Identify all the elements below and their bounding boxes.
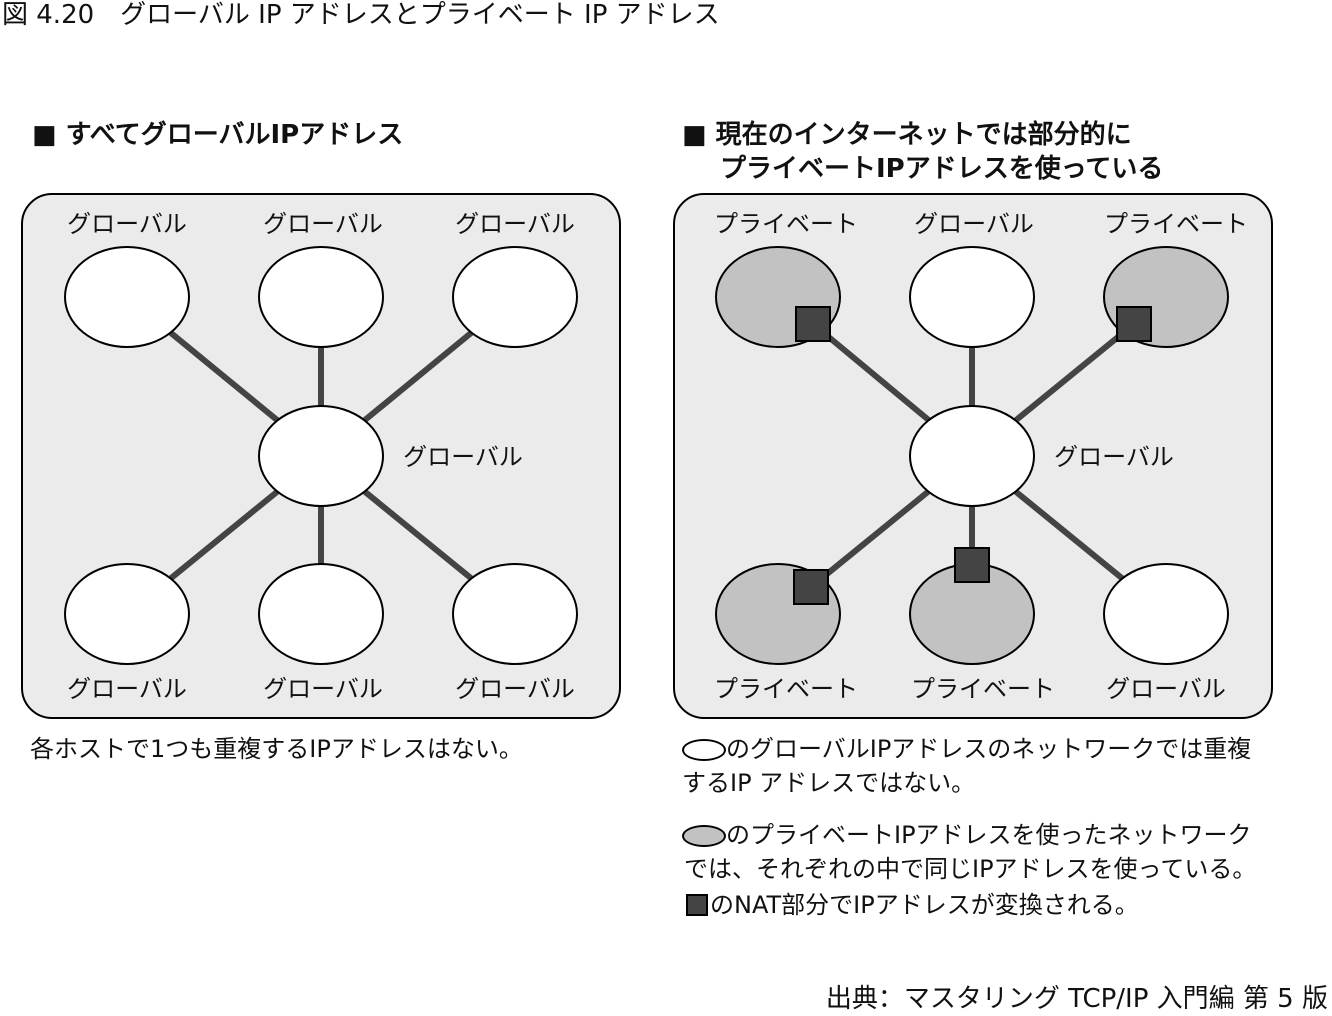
left-top-label-1: グローバル: [67, 210, 187, 238]
legend-private-line1: のプライベートIPアドレスを使ったネットワーク: [726, 821, 1252, 849]
right-top-label-2: グローバル: [914, 210, 1034, 238]
legend-nat: のNAT部分でIPアドレスが変換される。: [686, 888, 1139, 922]
left-bottom-label-2: グローバル: [263, 675, 383, 703]
legend-nat-text: のNAT部分でIPアドレスが変換される。: [710, 891, 1139, 919]
left-host-bottom-1: [64, 563, 190, 665]
right-top-label-1: プライベート: [714, 210, 858, 238]
legend-global-line1: のグローバルIPアドレスのネットワークでは重複: [726, 735, 1252, 763]
source-credit: 出典：マスタリング TCP/IP 入門編 第 5 版: [825, 984, 1328, 1014]
nat-box-top-3: [1116, 306, 1152, 342]
left-bottom-label-3: グローバル: [455, 675, 575, 703]
left-host-top-3: [452, 246, 578, 348]
left-hub-label: グローバル: [403, 443, 523, 471]
right-panel: プライベート グローバル プライベート グローバル プライベート プライベート …: [673, 193, 1273, 719]
left-panel: グローバル グローバル グローバル グローバル グローバル グローバル グローバ…: [21, 193, 621, 719]
left-host-bottom-3: [452, 563, 578, 665]
right-hub-label: グローバル: [1054, 443, 1174, 471]
left-panel-note: 各ホストで1つも重複するIPアドレスはない。: [30, 735, 523, 763]
nat-box-top-1: [795, 306, 831, 342]
legend-private-line2: では、それぞれの中で同じIPアドレスを使っている。: [684, 855, 1257, 883]
right-hub: [909, 405, 1035, 507]
legend-private: のプライベートIPアドレスを使ったネットワーク では、それぞれの中で同じIPアド…: [682, 818, 1256, 886]
right-host-top-2-global: [909, 246, 1035, 348]
global-ellipse-swatch: [682, 739, 726, 761]
left-host-top-2: [258, 246, 384, 348]
legend-global-line2: するIP アドレスではない。: [682, 769, 976, 797]
left-hub: [258, 405, 384, 507]
nat-box-bottom-2: [954, 547, 990, 583]
left-host-bottom-2: [258, 563, 384, 665]
nat-square-swatch: [686, 894, 708, 916]
left-top-label-2: グローバル: [263, 210, 383, 238]
private-ellipse-swatch: [682, 825, 726, 847]
nat-box-bottom-1: [793, 569, 829, 605]
right-bottom-label-2: プライベート: [911, 675, 1055, 703]
right-bottom-label-1: プライベート: [714, 675, 858, 703]
right-host-bottom-3-global: [1103, 563, 1229, 665]
left-top-label-3: グローバル: [455, 210, 575, 238]
legend-global: のグローバルIPアドレスのネットワークでは重複 するIP アドレスではない。: [682, 732, 1251, 800]
right-bottom-label-3: グローバル: [1106, 675, 1226, 703]
left-host-top-1: [64, 246, 190, 348]
right-top-label-3: プライベート: [1104, 210, 1248, 238]
left-bottom-label-1: グローバル: [67, 675, 187, 703]
